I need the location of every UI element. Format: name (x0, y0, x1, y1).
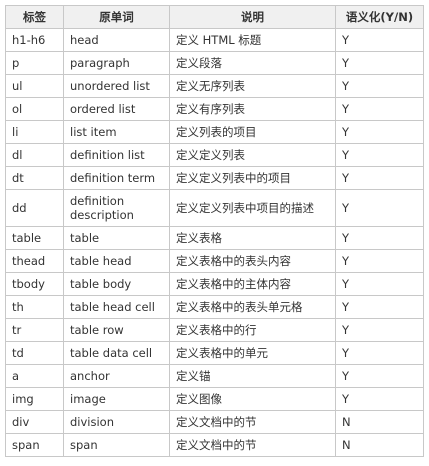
cell-semantic: Y (335, 341, 424, 365)
cell-semantic: Y (335, 226, 424, 250)
cell-original-word: definition term (63, 166, 170, 190)
header-tag: 标签 (5, 5, 64, 29)
cell-tag: img (5, 387, 64, 411)
table-row: span span 定义文档中的节 N (5, 433, 424, 457)
cell-semantic: Y (335, 364, 424, 388)
cell-original-word: definition description (63, 189, 170, 227)
cell-tag: thead (5, 249, 64, 273)
cell-tag: dl (5, 143, 64, 167)
cell-description: 定义表格中的表头内容 (169, 249, 336, 273)
table-row: h1-h6 head 定义 HTML 标题 Y (5, 28, 424, 52)
cell-original-word: ordered list (63, 97, 170, 121)
cell-original-word: table head (63, 249, 170, 273)
cell-semantic: N (335, 433, 424, 457)
cell-tag: li (5, 120, 64, 144)
cell-semantic: Y (335, 97, 424, 121)
cell-semantic: Y (335, 120, 424, 144)
header-row: 标签 原单词 说明 语义化(Y/N) (5, 5, 424, 29)
cell-description: 定义表格 (169, 226, 336, 250)
cell-semantic: N (335, 410, 424, 434)
cell-original-word: table head cell (63, 295, 170, 319)
cell-description: 定义文档中的节 (169, 433, 336, 457)
table-row: li list item 定义列表的项目 Y (5, 120, 424, 144)
header-semantic: 语义化(Y/N) (335, 5, 424, 29)
semantic-tags-table: 标签 原单词 说明 语义化(Y/N) h1-h6 head 定义 HTML 标题… (5, 5, 424, 457)
cell-semantic: Y (335, 272, 424, 296)
cell-tag: h1-h6 (5, 28, 64, 52)
cell-original-word: table body (63, 272, 170, 296)
cell-semantic: Y (335, 189, 424, 227)
cell-semantic: Y (335, 74, 424, 98)
table-row: td table data cell 定义表格中的单元 Y (5, 341, 424, 365)
cell-description: 定义无序列表 (169, 74, 336, 98)
cell-tag: ul (5, 74, 64, 98)
cell-description: 定义有序列表 (169, 97, 336, 121)
table-row: th table head cell 定义表格中的表头单元格 Y (5, 295, 424, 319)
cell-description: 定义定义列表中的项目 (169, 166, 336, 190)
table-row: table table 定义表格 Y (5, 226, 424, 250)
cell-tag: div (5, 410, 64, 434)
cell-original-word: definition list (63, 143, 170, 167)
cell-tag: td (5, 341, 64, 365)
table-row: ul unordered list 定义无序列表 Y (5, 74, 424, 98)
semantic-tags-table-container: 标签 原单词 说明 语义化(Y/N) h1-h6 head 定义 HTML 标题… (5, 5, 424, 457)
cell-original-word: division (63, 410, 170, 434)
cell-description: 定义文档中的节 (169, 410, 336, 434)
cell-description: 定义定义列表 (169, 143, 336, 167)
table-row: ol ordered list 定义有序列表 Y (5, 97, 424, 121)
cell-description: 定义表格中的表头单元格 (169, 295, 336, 319)
cell-tag: dt (5, 166, 64, 190)
cell-semantic: Y (335, 166, 424, 190)
cell-tag: a (5, 364, 64, 388)
cell-tag: table (5, 226, 64, 250)
table-row: dl definition list 定义定义列表 Y (5, 143, 424, 167)
cell-original-word: unordered list (63, 74, 170, 98)
cell-description: 定义表格中的行 (169, 318, 336, 342)
table-row: dt definition term 定义定义列表中的项目 Y (5, 166, 424, 190)
table-row: p paragraph 定义段落 Y (5, 51, 424, 75)
cell-original-word: table data cell (63, 341, 170, 365)
table-row: tr table row 定义表格中的行 Y (5, 318, 424, 342)
table-row: thead table head 定义表格中的表头内容 Y (5, 249, 424, 273)
cell-description: 定义 HTML 标题 (169, 28, 336, 52)
header-description: 说明 (169, 5, 336, 29)
cell-description: 定义列表的项目 (169, 120, 336, 144)
table-row: div division 定义文档中的节 N (5, 410, 424, 434)
cell-tag: p (5, 51, 64, 75)
cell-semantic: Y (335, 51, 424, 75)
cell-description: 定义段落 (169, 51, 336, 75)
cell-tag: ol (5, 97, 64, 121)
cell-semantic: Y (335, 318, 424, 342)
cell-description: 定义锚 (169, 364, 336, 388)
cell-description: 定义定义列表中项目的描述 (169, 189, 336, 227)
table-header: 标签 原单词 说明 语义化(Y/N) (5, 5, 424, 29)
cell-original-word: span (63, 433, 170, 457)
cell-description: 定义表格中的单元 (169, 341, 336, 365)
cell-original-word: table (63, 226, 170, 250)
cell-original-word: anchor (63, 364, 170, 388)
cell-original-word: list item (63, 120, 170, 144)
cell-description: 定义图像 (169, 387, 336, 411)
cell-original-word: image (63, 387, 170, 411)
table-row: a anchor 定义锚 Y (5, 364, 424, 388)
header-original-word: 原单词 (63, 5, 170, 29)
table-row: tbody table body 定义表格中的主体内容 Y (5, 272, 424, 296)
cell-semantic: Y (335, 295, 424, 319)
table-row: dd definition description 定义定义列表中项目的描述 Y (5, 189, 424, 227)
cell-tag: dd (5, 189, 64, 227)
table-body: h1-h6 head 定义 HTML 标题 Y p paragraph 定义段落… (5, 28, 424, 457)
cell-original-word: paragraph (63, 51, 170, 75)
cell-semantic: Y (335, 387, 424, 411)
cell-tag: tbody (5, 272, 64, 296)
cell-description: 定义表格中的主体内容 (169, 272, 336, 296)
cell-original-word: head (63, 28, 170, 52)
table-row: img image 定义图像 Y (5, 387, 424, 411)
cell-original-word: table row (63, 318, 170, 342)
cell-tag: tr (5, 318, 64, 342)
cell-semantic: Y (335, 249, 424, 273)
cell-semantic: Y (335, 28, 424, 52)
cell-tag: th (5, 295, 64, 319)
cell-semantic: Y (335, 143, 424, 167)
cell-tag: span (5, 433, 64, 457)
